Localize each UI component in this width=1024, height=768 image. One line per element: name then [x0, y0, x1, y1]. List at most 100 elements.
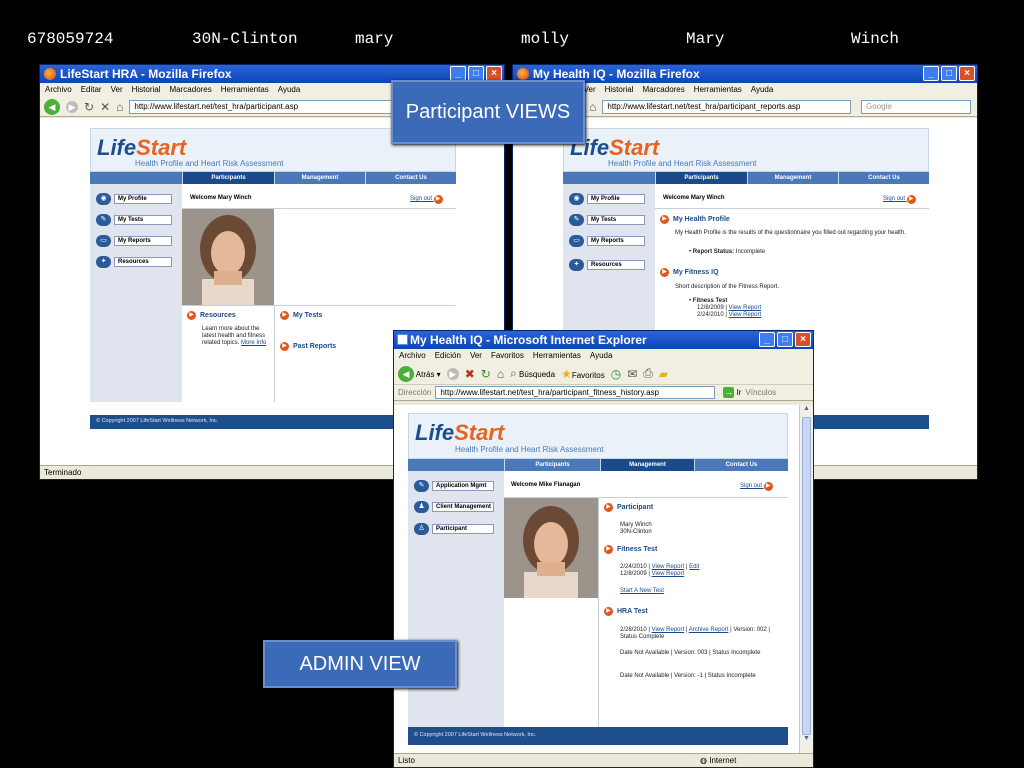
close-button[interactable]: ×	[795, 332, 811, 347]
tab-management[interactable]: Management	[600, 459, 694, 471]
tab-contact-us[interactable]: Contact Us	[694, 459, 788, 471]
folder-icon[interactable]: ▰	[659, 367, 668, 381]
globe-icon: ◍	[700, 756, 707, 765]
tab-participants[interactable]: Participants	[504, 459, 600, 471]
fitness-test-section-title: ▶ Fitness Test	[604, 545, 657, 554]
sidebar-item-client-management[interactable]: ♟ Client Management	[414, 501, 494, 513]
home-icon[interactable]: ⌂	[589, 100, 596, 114]
scroll-down-arrow[interactable]: ▼	[800, 735, 813, 747]
tab-management[interactable]: Management	[274, 172, 365, 184]
view-report-link[interactable]: View Report	[652, 571, 685, 577]
close-button[interactable]: ×	[486, 66, 502, 81]
tab-contact-us[interactable]: Contact Us	[365, 172, 456, 184]
sidebar-item-participant[interactable]: ♙ Participant	[414, 523, 494, 535]
menu-historial[interactable]: Historial	[132, 85, 161, 97]
close-button[interactable]: ×	[959, 66, 975, 81]
forward-icon[interactable]: ▶	[66, 100, 78, 113]
history-icon[interactable]: ◷	[611, 367, 621, 381]
edit-link[interactable]: Edit	[689, 564, 699, 570]
header-field-4: molly	[521, 30, 570, 48]
menu-archivo[interactable]: Archivo	[399, 351, 426, 363]
sign-out-link[interactable]: Sign out ▶	[883, 195, 916, 204]
sign-out-link[interactable]: Sign out ▶	[740, 482, 773, 491]
sidebar-item-application-mgmt[interactable]: ✎ Application Mgmt	[414, 480, 494, 492]
refresh-icon[interactable]: ↻	[481, 367, 491, 381]
menu-archivo[interactable]: Archivo	[45, 85, 72, 97]
menu-herramientas[interactable]: Herramientas	[694, 85, 742, 97]
my-fitness-iq-link[interactable]: ▶ My Fitness IQ	[660, 268, 719, 277]
forward-icon[interactable]: ▶	[446, 367, 459, 380]
menu-marcadores[interactable]: Marcadores	[170, 85, 212, 97]
reports-icon: ▭	[569, 235, 584, 247]
sidebar-item-resources[interactable]: ✦ Resources	[569, 259, 645, 271]
my-health-profile-link[interactable]: ▶ My Health Profile	[660, 215, 730, 224]
vertical-scrollbar[interactable]: ▲ ▼	[799, 405, 813, 753]
start-new-test-link[interactable]: Start A New Test	[620, 588, 664, 595]
menu-ver[interactable]: Ver	[470, 351, 482, 363]
stop-icon[interactable]: ✕	[100, 100, 110, 114]
lifestart-logo[interactable]: LifeStart	[97, 135, 186, 161]
maximize-button[interactable]: □	[941, 66, 957, 81]
welcome-text: Welcome Mary Winch	[663, 195, 725, 201]
reload-icon[interactable]: ↻	[84, 100, 94, 114]
menu-ver[interactable]: Ver	[584, 85, 596, 97]
archive-report-link[interactable]: Archive Report	[689, 627, 729, 633]
resources-link[interactable]: ▶ Resources	[187, 311, 236, 320]
maximize-button[interactable]: □	[468, 66, 484, 81]
print-icon[interactable]: ⎙	[643, 366, 653, 381]
menu-herramientas[interactable]: Herramientas	[221, 85, 269, 97]
window-title-bar[interactable]: My Health IQ - Microsoft Internet Explor…	[394, 331, 813, 349]
sidebar-item-my-profile[interactable]: ◉ My Profile	[569, 193, 645, 205]
tab-contact-us[interactable]: Contact Us	[838, 172, 929, 184]
sidebar-item-my-reports[interactable]: ▭ My Reports	[569, 235, 645, 247]
sidebar-item-my-tests[interactable]: ✎ My Tests	[96, 214, 172, 226]
search-button[interactable]: ⌕ Búsqueda	[510, 366, 555, 381]
tab-management[interactable]: Management	[747, 172, 838, 184]
sidebar-item-resources[interactable]: ✦ Resources	[96, 256, 172, 268]
go-button[interactable]: → Ir	[723, 387, 741, 398]
view-report-link[interactable]: View Report	[729, 305, 762, 311]
view-report-link[interactable]: View Report	[652, 564, 685, 570]
view-report-link[interactable]: View Report	[729, 312, 762, 318]
search-input[interactable]: Google	[861, 99, 971, 114]
back-button[interactable]: ◀ Atrás ▾	[398, 365, 441, 382]
past-reports-link[interactable]: ▶ Past Reports	[280, 342, 336, 351]
home-icon[interactable]: ⌂	[116, 100, 123, 114]
url-input[interactable]: http://www.lifestart.net/test_hra/partic…	[435, 386, 716, 399]
menu-ayuda[interactable]: Ayuda	[751, 85, 774, 97]
site-tabs: Participants Management Contact Us	[563, 172, 929, 184]
sidebar-item-my-profile[interactable]: ◉ My Profile	[96, 193, 172, 205]
menu-ver[interactable]: Ver	[111, 85, 123, 97]
sidebar-item-my-tests[interactable]: ✎ My Tests	[569, 214, 645, 226]
view-report-link[interactable]: View Report	[652, 627, 685, 633]
scroll-up-arrow[interactable]: ▲	[800, 405, 813, 417]
menu-editar[interactable]: Editar	[81, 85, 102, 97]
mail-icon[interactable]: ✉	[627, 367, 637, 381]
header-field-2: 30N-Clinton	[192, 30, 298, 48]
minimize-button[interactable]: _	[923, 66, 939, 81]
menu-favoritos[interactable]: Favoritos	[491, 351, 524, 363]
links-label[interactable]: Vínculos	[745, 388, 776, 397]
my-tests-link[interactable]: ▶ My Tests	[280, 311, 322, 320]
tab-participants[interactable]: Participants	[655, 172, 747, 184]
menu-herramientas[interactable]: Herramientas	[533, 351, 581, 363]
menu-ayuda[interactable]: Ayuda	[278, 85, 301, 97]
more-info-link[interactable]: More Info	[241, 340, 266, 346]
menu-edicion[interactable]: Edición	[435, 351, 461, 363]
favorites-button[interactable]: ★Favoritos	[561, 367, 605, 381]
back-icon[interactable]: ◀	[44, 98, 60, 115]
sign-out-link[interactable]: Sign out ▶	[410, 195, 443, 204]
tab-participants[interactable]: Participants	[182, 172, 274, 184]
menu-ayuda[interactable]: Ayuda	[590, 351, 613, 363]
home-icon[interactable]: ⌂	[497, 367, 504, 381]
url-input[interactable]: http://www.lifestart.net/test_hra/partic…	[602, 99, 851, 114]
menu-historial[interactable]: Historial	[605, 85, 634, 97]
scroll-thumb[interactable]	[802, 417, 811, 735]
lifestart-logo[interactable]: LifeStart	[415, 420, 504, 446]
stop-icon[interactable]: ✖	[465, 367, 475, 381]
minimize-button[interactable]: _	[450, 66, 466, 81]
maximize-button[interactable]: □	[777, 332, 793, 347]
minimize-button[interactable]: _	[759, 332, 775, 347]
sidebar-item-my-reports[interactable]: ▭ My Reports	[96, 235, 172, 247]
menu-marcadores[interactable]: Marcadores	[643, 85, 685, 97]
